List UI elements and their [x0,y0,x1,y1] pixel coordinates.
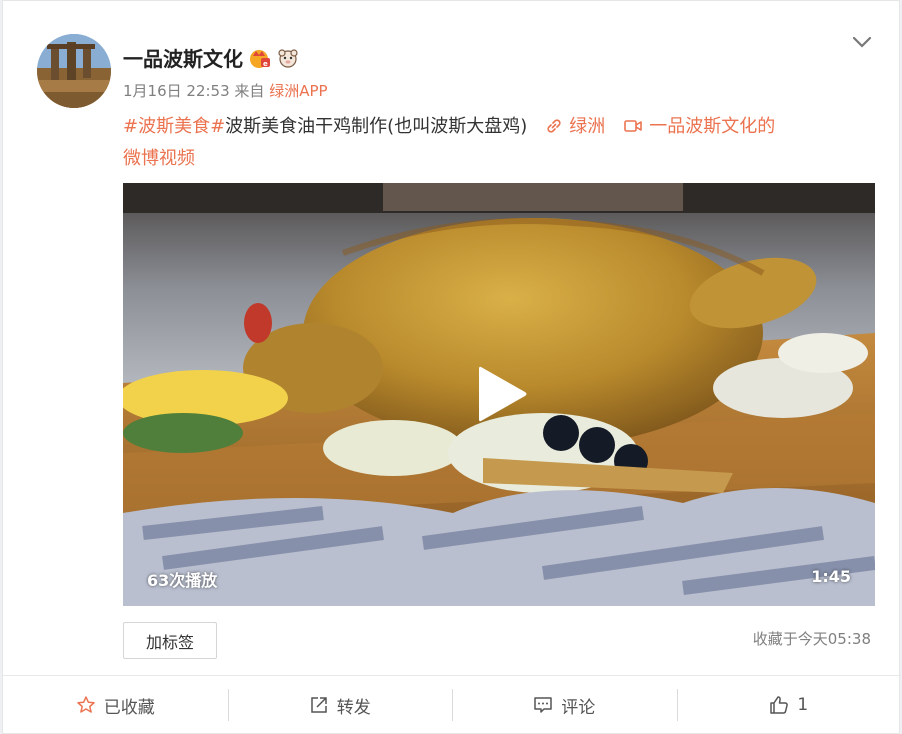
pet-emoji-icon [278,48,298,68]
share-arrow-icon [311,697,327,713]
video-camera-icon [624,120,643,132]
thumbs-up-icon [770,696,789,714]
favorited-time: 收藏于今天05:38 [752,630,871,648]
play-icon[interactable] [475,363,529,425]
oasis-link[interactable]: 绿洲 [545,116,605,137]
post-body-text: 波斯美食油干鸡制作(也叫波斯大盘鸡) [225,116,528,137]
username[interactable]: 一品波斯文化 [123,43,243,72]
video-link-label-2[interactable]: 微博视频 [123,148,195,169]
like-count: 1 [797,695,809,715]
comment-icon [534,697,552,713]
post-meta: 1月16日 22:53 来自 绿洲APP [123,80,328,101]
video-player[interactable]: 63次播放 1:45 [123,183,875,606]
action-bar: 已收藏 转发 评论 1 [3,676,901,734]
svg-text:e: e [263,60,268,68]
repost-button[interactable]: 转发 [227,676,453,734]
avatar[interactable] [37,34,111,108]
weibo-video-link[interactable]: 一品波斯文化的 [623,116,775,137]
weibo-post-card: 一品波斯文化 e 1月16日 22:53 来自 绿洲APP #波斯美食#波斯美食… [2,0,901,734]
favorite-label: 已收藏 [103,697,155,718]
repost-label: 转发 [336,697,371,718]
video-duration: 1:45 [811,567,851,586]
video-link-label-1: 一品波斯文化的 [649,116,776,137]
add-tag-button[interactable]: 加标签 [123,622,217,659]
username-row: 一品波斯文化 e [123,43,299,72]
from-label: 来自 [234,82,265,100]
vip-crown-icon[interactable]: e [249,47,271,69]
star-icon [77,696,95,713]
link-icon [547,119,561,133]
like-button[interactable]: 1 [676,676,902,734]
post-date[interactable]: 1月16日 22:53 [123,82,230,100]
comment-label: 评论 [561,697,596,718]
hashtag-link[interactable]: #波斯美食# [123,116,225,137]
post-source[interactable]: 绿洲APP [269,82,327,100]
favorite-button[interactable]: 已收藏 [3,676,228,734]
comment-button[interactable]: 评论 [452,676,677,734]
avatar-image [37,34,111,108]
oasis-link-label: 绿洲 [569,116,606,137]
chevron-down-icon[interactable] [851,33,873,51]
play-count: 63次播放 [147,571,218,590]
post-text: #波斯美食#波斯美食油干鸡制作(也叫波斯大盘鸡) 绿洲 一品波斯文化的微博视频 [123,111,875,175]
